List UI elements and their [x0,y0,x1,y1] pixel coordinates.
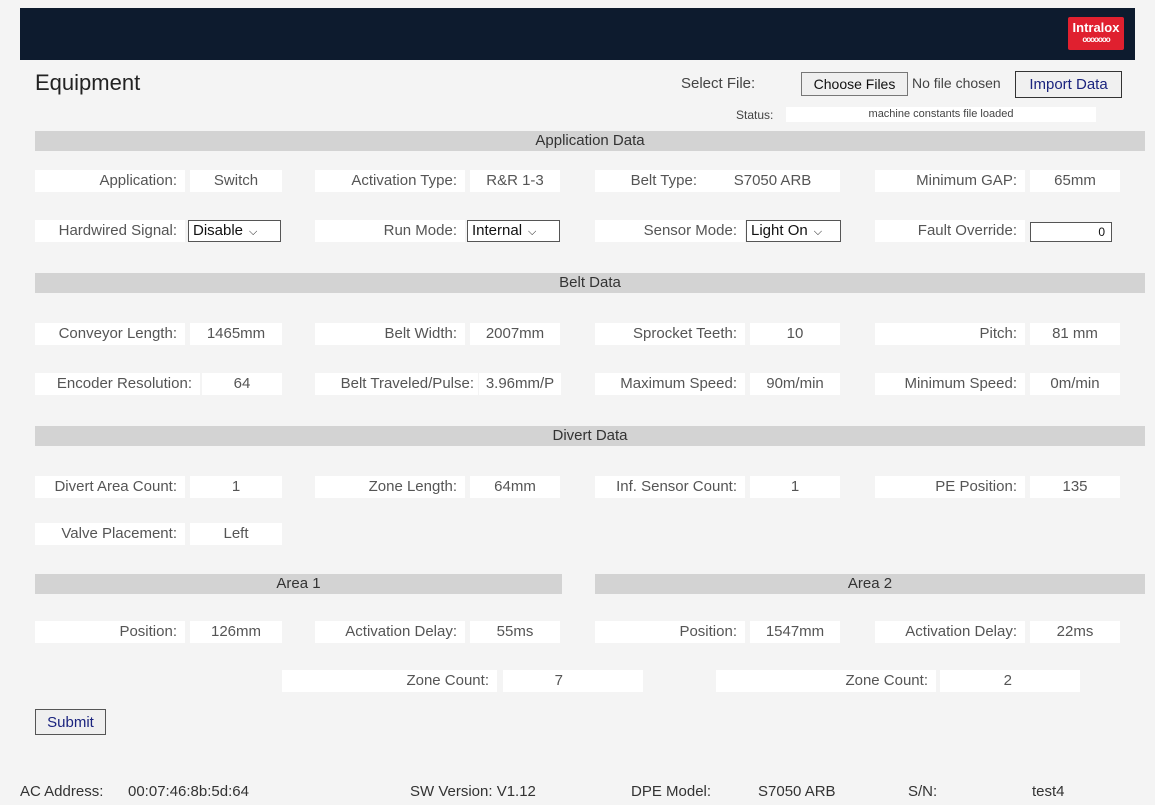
area-1-position-label: Position: [35,621,185,643]
mac-address-value: 00:07:46:8b:5d:64 [128,783,249,800]
valve-placement-value: Left [190,523,282,545]
application-data-header: Application Data [35,131,1145,151]
encoder-resolution-value: 64 [202,373,282,395]
area-1-position-value: 126mm [190,621,282,643]
belt-traveled-label: Belt Traveled/Pulse: [315,373,478,395]
area-2-activation-delay-value: 22ms [1030,621,1120,643]
import-data-button[interactable]: Import Data [1015,71,1122,98]
area-1-header: Area 1 [35,574,562,594]
sensor-mode-select[interactable]: Light On ⌵ [746,220,841,242]
area-2-position-label: Position: [595,621,745,643]
chevron-down-icon: ⌵ [528,226,537,238]
sw-version: SW Version: V1.12 [410,783,536,800]
logo-chain: ooooooo [1082,35,1110,44]
activation-type-label: Activation Type: [315,170,465,192]
zone-length-value: 64mm [470,476,560,498]
belt-width-label: Belt Width: [315,323,465,345]
inf-sensor-count-value: 1 [750,476,840,498]
sensor-mode-value: Light On [751,222,808,239]
pe-position-value: 135 [1030,476,1120,498]
maximum-speed-value: 90m/min [750,373,840,395]
hardwired-signal-select[interactable]: Disable ⌵ [188,220,281,242]
belt-width-value: 2007mm [470,323,560,345]
serial-number-label: S/N: [908,783,938,800]
fault-override-input[interactable]: 0 [1030,222,1112,242]
minimum-gap-label: Minimum GAP: [875,170,1025,192]
sprocket-teeth-value: 10 [750,323,840,345]
minimum-gap-value: 65mm [1030,170,1120,192]
belt-type-label: Belt Type: [595,170,705,192]
belt-data-header: Belt Data [35,273,1145,293]
submit-button[interactable]: Submit [35,709,106,735]
application-label: Application: [35,170,185,192]
minimum-speed-value: 0m/min [1030,373,1120,395]
choose-files-button[interactable]: Choose Files [801,72,908,96]
no-file-chosen-text: No file chosen [912,75,1001,91]
chevron-down-icon: ⌵ [249,226,258,238]
zone-length-label: Zone Length: [315,476,465,498]
page-title: Equipment [35,70,141,95]
belt-type-value: S7050 ARB [705,170,840,192]
select-file-label: Select File: [681,75,756,92]
mac-address-label: AC Address: [20,783,104,800]
encoder-resolution-label: Encoder Resolution: [35,373,200,395]
status-label: Status: [736,108,774,122]
inf-sensor-count-label: Inf. Sensor Count: [595,476,745,498]
dpe-model-label: DPE Model: [631,783,712,800]
run-mode-label: Run Mode: [315,220,465,242]
sprocket-teeth-label: Sprocket Teeth: [595,323,745,345]
belt-traveled-value: 3.96mm/P [479,373,561,395]
maximum-speed-label: Maximum Speed: [595,373,745,395]
pe-position-label: PE Position: [875,476,1025,498]
fault-override-label: Fault Override: [875,220,1025,242]
status-value: machine constants file loaded [786,107,1096,122]
divert-data-header: Divert Data [35,426,1145,446]
area-2-position-value: 1547mm [750,621,840,643]
area-2-zone-count-label: Zone Count: [716,670,936,692]
application-value: Switch [190,170,282,192]
divert-area-count-value: 1 [190,476,282,498]
intralox-logo: Intralox ooooooo [1068,17,1124,50]
sensor-mode-label: Sensor Mode: [595,220,745,242]
run-mode-select[interactable]: Internal ⌵ [467,220,560,242]
activation-type-value: R&R 1-3 [470,170,560,192]
run-mode-value: Internal [472,222,523,239]
pitch-label: Pitch: [875,323,1025,345]
dpe-model-value: S7050 ARB [758,783,836,800]
pitch-value: 81 mm [1030,323,1120,345]
conveyor-length-value: 1465mm [190,323,282,345]
chevron-down-icon: ⌵ [813,226,823,238]
area-1-zone-count-value: 7 [503,670,643,692]
area-1-activation-delay-label: Activation Delay: [315,621,465,643]
area-2-activation-delay-label: Activation Delay: [875,621,1025,643]
divert-area-count-label: Divert Area Count: [35,476,185,498]
area-1-activation-delay-value: 55ms [470,621,560,643]
conveyor-length-label: Conveyor Length: [35,323,185,345]
serial-number-value: test4 [1032,783,1065,800]
area-2-zone-count-value: 2 [940,670,1080,692]
valve-placement-label: Valve Placement: [35,523,185,545]
hardwired-signal-label: Hardwired Signal: [35,220,185,242]
area-1-zone-count-label: Zone Count: [282,670,497,692]
logo-text: Intralox [1072,20,1120,35]
minimum-speed-label: Minimum Speed: [875,373,1025,395]
hardwired-signal-value: Disable [193,222,244,239]
area-2-header: Area 2 [595,574,1145,594]
top-bar [20,8,1135,60]
